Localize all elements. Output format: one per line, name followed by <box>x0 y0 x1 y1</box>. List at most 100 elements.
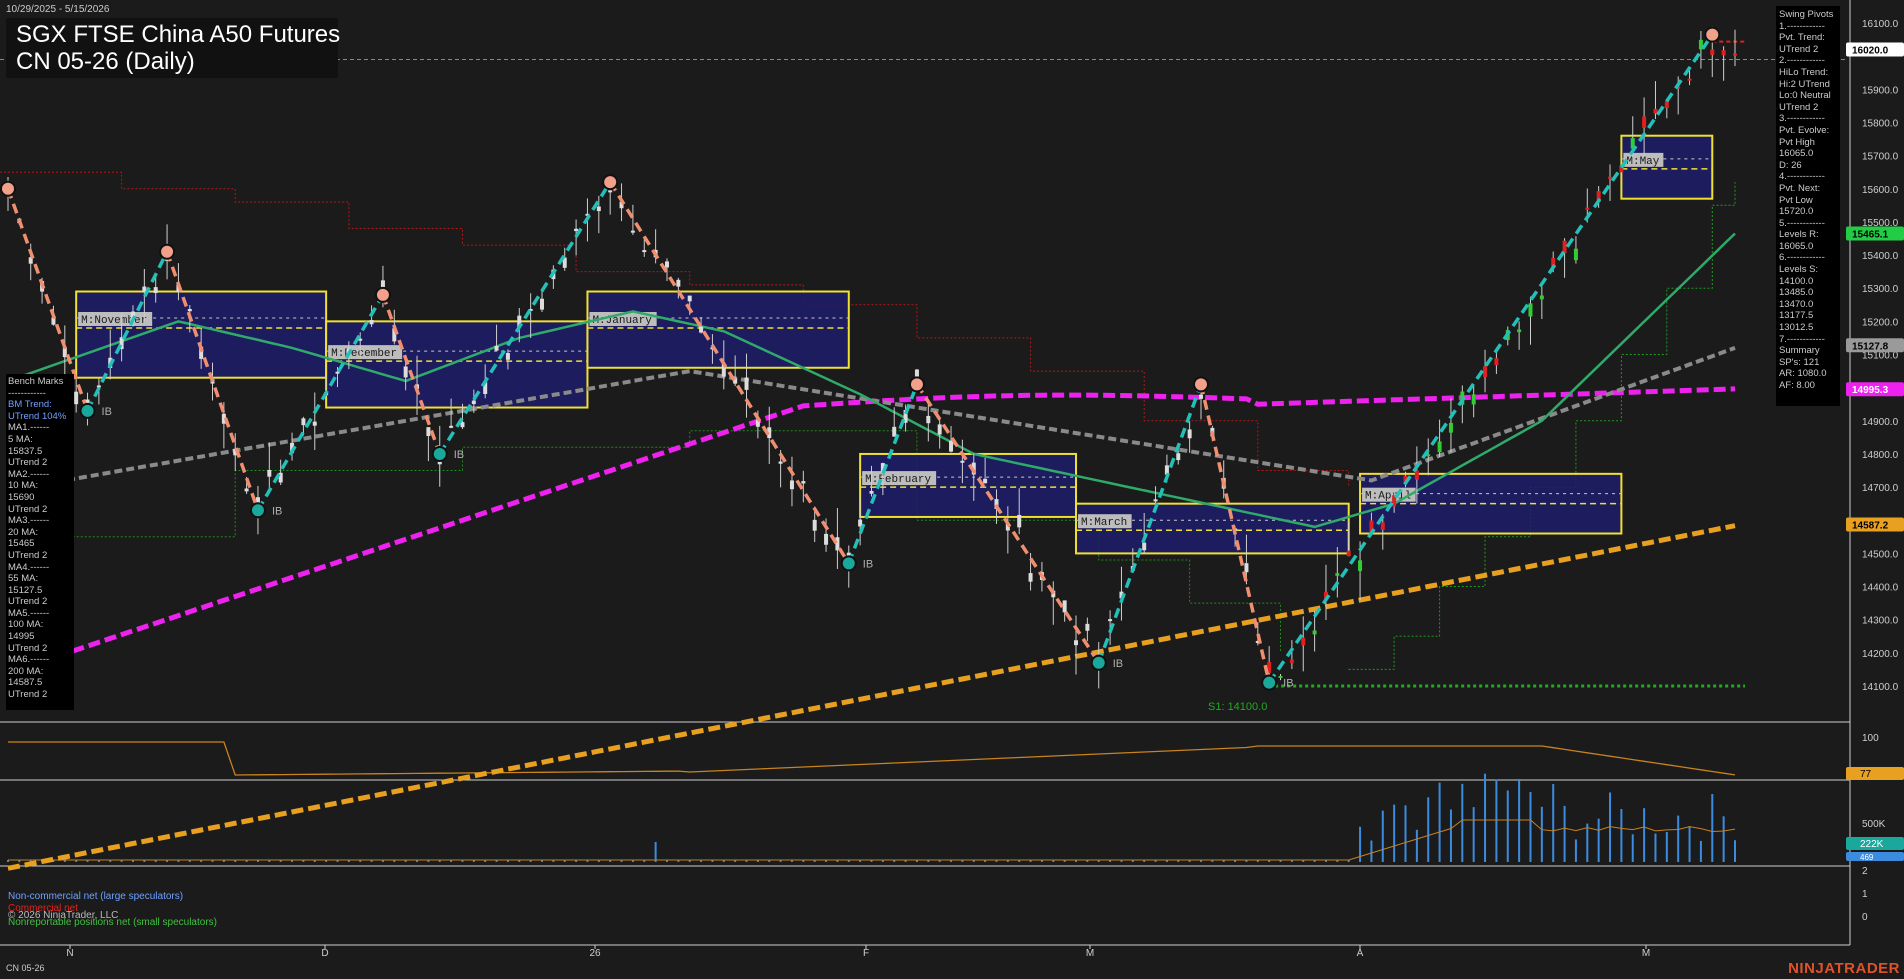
swing-pivots-panel: Swing Pivots 1.------------ Pvt. Trend: UTr… <box>1776 6 1840 406</box>
swing_pivots-line: HiLo Trend: <box>1779 66 1829 78</box>
bench_marks-line: MA3.------ <box>8 515 50 527</box>
candle-body <box>1176 453 1181 461</box>
swing_pivots-line: 13470.0 <box>1779 298 1814 310</box>
swing_pivots-line: SP's: 121 <box>1779 356 1820 368</box>
volume-bar <box>1529 791 1532 862</box>
bench_marks-line: 15837.5 <box>8 445 43 457</box>
bench_marks-line: 20 MA: <box>8 526 39 538</box>
candle-body <box>187 308 192 312</box>
bench_marks-line: 15465 <box>8 538 35 550</box>
swing_pivots-line: AF: 8.00 <box>1779 380 1815 391</box>
brand-logo: NINJATRADER <box>1788 960 1900 977</box>
volume-bar <box>1643 808 1646 862</box>
candle-body <box>471 400 476 405</box>
swing-high-marker <box>1704 26 1721 43</box>
swing_pivots-line: Pvt. Evolve: <box>1779 124 1830 136</box>
volume-bar <box>1438 782 1441 862</box>
price-tick: 14700.0 <box>1862 483 1899 494</box>
bench_marks-line: ------------ <box>8 387 46 399</box>
swing-high-marker <box>0 180 16 197</box>
candle-body <box>1017 514 1022 528</box>
swing_pivots-line: AR: 1080.0 <box>1779 368 1827 380</box>
swing-low-marker <box>1090 654 1107 671</box>
volume-bar <box>1597 818 1600 862</box>
candle-body <box>312 421 317 426</box>
title-box: SGX FTSE China A50 Futures CN 05-26 (Dai… <box>6 18 340 78</box>
candle-body <box>505 353 510 360</box>
volume-bar <box>1415 829 1418 862</box>
volume-bar <box>1540 806 1543 862</box>
candle-body <box>1573 248 1578 261</box>
candle-body <box>869 490 874 494</box>
volume-average-line <box>8 819 1736 861</box>
volume-tag-secondary-label: 469 <box>1860 853 1874 862</box>
candle-body <box>744 377 749 390</box>
candle-body <box>1710 49 1715 56</box>
month-label: M:March <box>1081 517 1127 529</box>
candle-body <box>1585 207 1590 210</box>
candle-body <box>983 478 988 484</box>
candle-body <box>1108 619 1113 622</box>
candle-body <box>1312 630 1317 635</box>
bench_marks-line: 14587.5 <box>8 677 43 689</box>
swing-low-marker <box>431 445 448 462</box>
x-axis-tick: F <box>863 948 869 959</box>
support-label: S1: 14100.0 <box>1208 701 1267 713</box>
ib-label: IB <box>272 505 282 517</box>
volume-bar <box>1620 809 1623 862</box>
bench_marks-line: UTrend 2 <box>8 457 48 469</box>
price-tick: 15200.0 <box>1862 317 1899 328</box>
ib-label: IB <box>1283 678 1293 690</box>
volume-bar <box>1722 816 1725 862</box>
price-tick: 14200.0 <box>1862 649 1899 660</box>
price-tick: 14400.0 <box>1862 583 1899 594</box>
month-label: M:December <box>331 348 397 360</box>
swing_pivots-line: 16065.0 <box>1779 240 1814 252</box>
price-tick: 14800.0 <box>1862 450 1899 461</box>
x-axis-tick: M <box>1642 948 1650 959</box>
swing_pivots-line: 6.------------ <box>1779 252 1825 264</box>
bench_marks-line: UTrend 2 <box>8 689 48 701</box>
bench_marks-line: 100 MA: <box>8 619 44 631</box>
cot-axis-tick: 0 <box>1862 912 1868 923</box>
swing-high-marker <box>159 243 176 260</box>
swing-low-marker <box>79 402 96 419</box>
candle-body <box>630 230 635 233</box>
price-chart[interactable]: S1: 14100.0 M:November M:December M:January… <box>0 0 1904 979</box>
ib-label: IB <box>454 449 464 461</box>
candle-body <box>1289 659 1294 664</box>
price-tick: 14900.0 <box>1862 417 1899 428</box>
price-tick: 14100.0 <box>1862 682 1899 693</box>
month-label: M:February <box>865 474 931 486</box>
candle-body <box>664 261 669 268</box>
candle-body <box>1733 53 1737 56</box>
candle-body <box>1187 429 1192 439</box>
volume-tag-secondary <box>1846 852 1904 861</box>
candle-body <box>494 345 499 351</box>
swing_pivots-line: Summary <box>1779 345 1820 357</box>
volume-axis-tick: 500K <box>1862 819 1886 830</box>
bench_marks-line: 15690 <box>8 491 35 503</box>
candle-body <box>1380 522 1385 530</box>
candle-body <box>642 250 647 253</box>
swing_pivots-line: Swing Pivots <box>1779 9 1834 20</box>
ma-200-line <box>7 523 1736 871</box>
swing_pivots-line: 14100.0 <box>1779 275 1814 287</box>
swing_pivots-line: 15720.0 <box>1779 206 1814 218</box>
swing_pivots-line: Pvt Low <box>1779 194 1813 206</box>
volume-bar <box>1484 773 1487 862</box>
price-tick: 15900.0 <box>1862 85 1899 96</box>
bench_marks-line: MA2.------ <box>8 468 50 480</box>
bench_marks-line: MA5.------ <box>8 607 50 619</box>
x-axis-tick: M <box>1086 948 1094 959</box>
swing-high-marker <box>1192 376 1209 393</box>
candle-body <box>1721 50 1726 56</box>
bench_marks-line: 5 MA: <box>8 433 33 445</box>
candle-body <box>1642 116 1647 128</box>
candle-body <box>74 391 79 405</box>
swing_pivots-line: Pvt High <box>1779 136 1815 148</box>
swing_pivots-line: D: 26 <box>1779 159 1802 171</box>
candle-body <box>1301 637 1306 646</box>
swing-low-marker <box>1261 674 1278 691</box>
candle-body <box>1528 303 1533 317</box>
